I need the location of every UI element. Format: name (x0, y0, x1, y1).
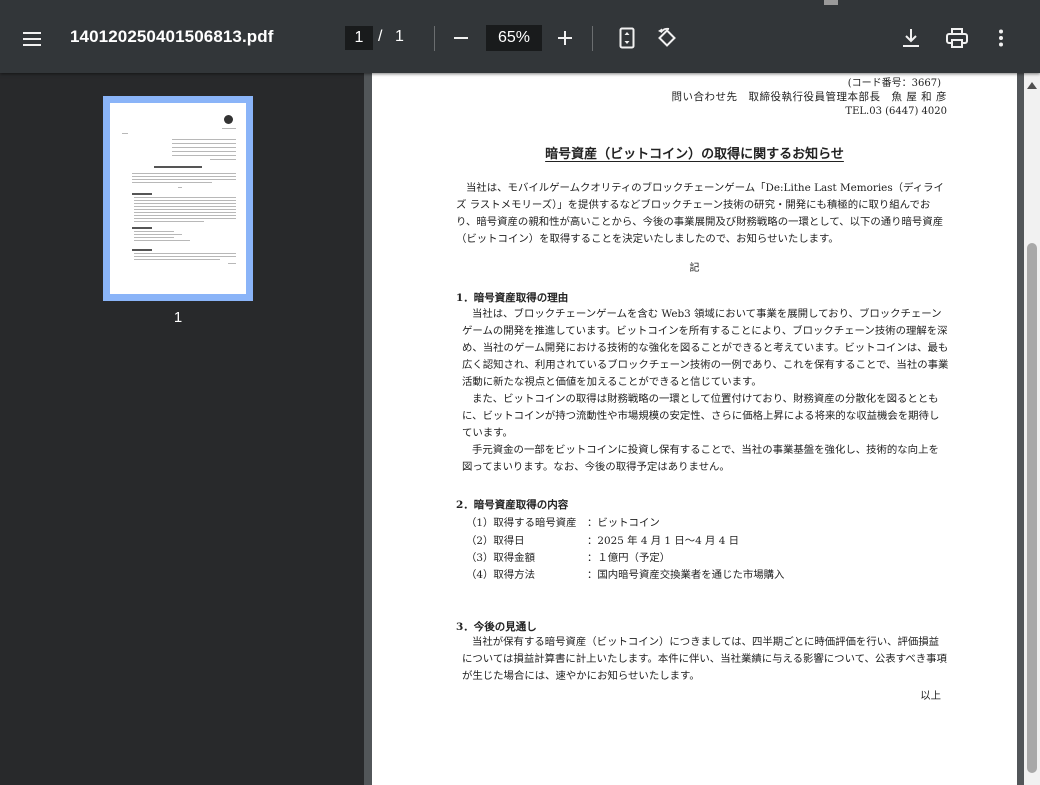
download-icon (903, 29, 919, 47)
item-label: （1）取得する暗号資産 (466, 517, 577, 529)
section2-heading: 2．暗号資産取得の内容 (456, 499, 569, 511)
list-item: （3）取得金額 ：１億円（予定） (466, 549, 670, 564)
item-label: （3）取得金額 (466, 552, 535, 564)
ki-marker: 記 (689, 263, 700, 274)
zoom-out-button[interactable] (446, 22, 476, 54)
fit-to-page-button[interactable] (612, 22, 642, 54)
outer-scrollbar-thumb[interactable] (824, 0, 838, 5)
section1-paragraph: 当社は、ブロックチェーンゲームを含む Web3 領域において事業を展開しており、… (462, 308, 949, 388)
vertical-scrollbar[interactable] (1024, 73, 1040, 785)
document-viewer: (コード番号：3667) 問い合わせ先 取締役執行役員管理本部長 魚 屋 和 彦… (364, 73, 1024, 785)
minus-icon (454, 37, 468, 39)
code-number: (コード番号：3667) (847, 78, 941, 89)
closing-mark: 以上 (920, 690, 941, 702)
pdf-toolbar: 140120250401506813.pdf / 1 (0, 0, 1040, 73)
menu-icon (23, 32, 41, 46)
intro-paragraph: 当社は、モバイルゲームクオリティのブロックチェーンゲーム「De:Lithe La… (456, 182, 944, 245)
section1-paragraph: また、ビットコインの取得は財務戦略の一環として位置付けており、財務資産の分散化を… (462, 393, 940, 439)
section3-heading: 3．今後の見通し (456, 621, 537, 633)
section1-heading: 1．暗号資産取得の理由 (456, 292, 569, 304)
item-label: （2）取得日 (466, 535, 525, 547)
section1-paragraph: 手元資金の一部をビットコインに投資し保有することで、当社の事業基盤を強化し、技術… (462, 444, 939, 473)
arrow-up-icon (1027, 82, 1037, 89)
thumbnail-preview (110, 103, 246, 294)
list-item: （1）取得する暗号資産 ：ビットコイン (466, 514, 660, 529)
zoom-level-input[interactable] (486, 25, 542, 51)
item-value: ：国内暗号資産交換業者を通じた市場購入 (587, 569, 785, 581)
thumbnail-sidebar: 1 (0, 73, 364, 785)
rotate-button[interactable] (651, 22, 683, 54)
file-name: 140120250401506813.pdf (70, 27, 274, 46)
telephone: TEL.03 (6447) 4020 (845, 106, 947, 117)
menu-button[interactable] (10, 19, 54, 59)
toolbar-divider (592, 26, 593, 51)
contact-person: 問い合わせ先 取締役執行役員管理本部長 魚 屋 和 彦 (671, 91, 947, 103)
thumbnail-page-label: 1 (173, 309, 183, 326)
item-value: ：１億円（予定） (587, 552, 671, 564)
page-thumbnail[interactable] (103, 96, 253, 301)
item-value: ：2025 年 4 月 1 日～4 月 4 日 (587, 535, 740, 547)
document-title: 暗号資産（ビットコイン）の取得に関するお知らせ (545, 147, 844, 162)
scroll-up-button[interactable] (1026, 77, 1038, 91)
pdf-page: (コード番号：3667) 問い合わせ先 取締役執行役員管理本部長 魚 屋 和 彦… (372, 73, 1017, 785)
print-button[interactable] (941, 22, 973, 54)
zoom-in-button[interactable] (550, 22, 580, 54)
list-item: （4）取得方法 ：国内暗号資産交換業者を通じた市場購入 (466, 566, 784, 581)
section3-paragraph: 当社が保有する暗号資産（ビットコイン）につきましては、四半期ごとに時価評価を行い… (462, 636, 947, 682)
scrollbar-thumb[interactable] (1027, 243, 1037, 773)
rotate-icon (658, 27, 676, 47)
more-options-button[interactable] (988, 22, 1014, 54)
page-number-input[interactable] (345, 26, 373, 50)
total-pages: 1 (395, 28, 404, 45)
thumbnail-logo-icon (224, 115, 233, 124)
download-button[interactable] (896, 22, 926, 54)
fit-page-icon (619, 27, 635, 49)
plus-icon (558, 31, 572, 45)
more-vert-icon (999, 29, 1003, 47)
page-separator: / (378, 28, 383, 45)
toolbar-divider (434, 26, 435, 51)
print-icon (946, 28, 968, 48)
list-item: （2）取得日 ：2025 年 4 月 1 日～4 月 4 日 (466, 532, 739, 547)
item-label: （4）取得方法 (466, 569, 535, 581)
item-value: ：ビットコイン (587, 517, 660, 529)
